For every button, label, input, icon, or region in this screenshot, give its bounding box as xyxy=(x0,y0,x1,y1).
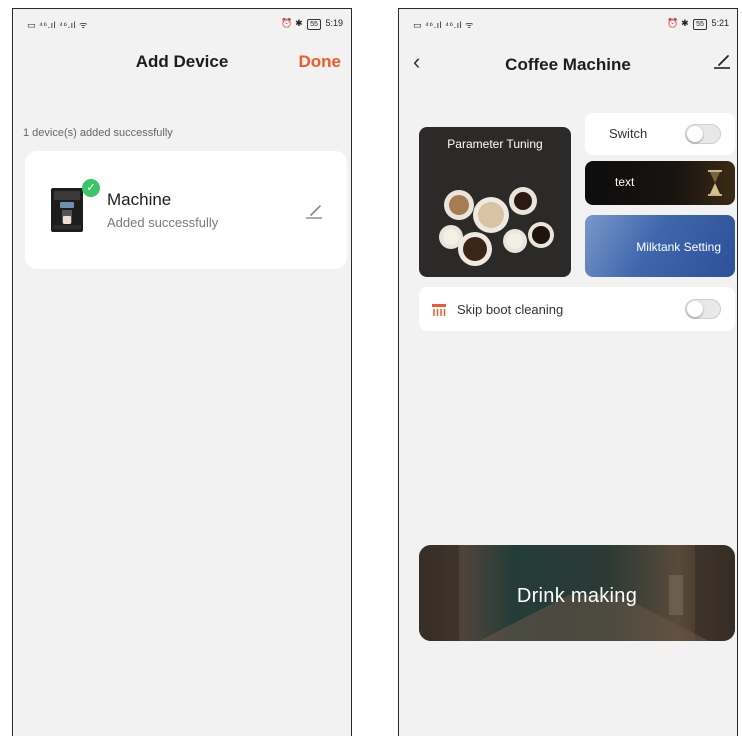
success-summary: 1 device(s) added successfully xyxy=(23,127,173,139)
toggle-knob xyxy=(687,301,703,317)
skip-boot-cleaning-row: Skip boot cleaning xyxy=(419,287,735,331)
edit-pencil-icon[interactable] xyxy=(305,203,323,219)
device-card[interactable]: ✓ Machine Added successfully xyxy=(25,151,347,269)
parameter-tuning-label: Parameter Tuning xyxy=(447,137,543,151)
edit-pencil-icon[interactable] xyxy=(713,53,731,69)
drink-making-label: Drink making xyxy=(516,585,638,607)
parameter-tuning-tile[interactable]: Parameter Tuning xyxy=(419,127,571,277)
add-device-screen: ▭ ⁴⁶.ıl ⁴⁶.ıl ᯤ ⏰ ✱ 55 5:19 Add Device D… xyxy=(12,8,352,736)
coffee-machine-image xyxy=(51,188,83,232)
switch-label: Switch xyxy=(609,126,648,141)
status-bar: ▭ ⁴⁶.ıl ⁴⁶.ıl ᯤ ⏰ ✱ 55 5:19 xyxy=(13,9,351,35)
status-time: 5:21 xyxy=(711,18,729,28)
milktank-setting-tile[interactable]: Milktank Setting xyxy=(585,215,735,277)
switch-tile: Switch xyxy=(585,113,735,155)
device-status: Added successfully xyxy=(107,215,219,230)
status-right: ⏰ ✱ 55 5:21 xyxy=(667,18,729,30)
text-tile-label: text xyxy=(615,175,635,189)
skip-boot-cleaning-label: Skip boot cleaning xyxy=(457,302,564,317)
alarm-bluetooth-icon: ⏰ ✱ xyxy=(667,18,689,28)
status-time: 5:19 xyxy=(325,18,343,28)
done-button[interactable]: Done xyxy=(299,52,342,72)
toggle-knob xyxy=(687,126,703,142)
text-tile[interactable]: text xyxy=(585,161,735,205)
page-title: Coffee Machine xyxy=(505,55,631,74)
milktank-setting-label: Milktank Setting xyxy=(636,240,721,254)
device-name: Machine xyxy=(107,190,172,209)
status-signal-icons: ▭ ⁴⁶.ıl ⁴⁶.ıl ᯤ xyxy=(413,20,474,30)
status-right: ⏰ ✱ 55 5:19 xyxy=(281,18,343,30)
hourglass-icon xyxy=(708,170,722,196)
switch-toggle[interactable] xyxy=(685,124,721,144)
drink-making-tile[interactable]: Drink making xyxy=(419,545,735,641)
battery-icon: 55 xyxy=(693,19,707,30)
check-icon: ✓ xyxy=(82,179,100,197)
skip-cleaning-icon xyxy=(432,304,446,316)
coffee-machine-screen: ▭ ⁴⁶.ıl ⁴⁶.ıl ᯤ ⏰ ✱ 55 5:21 ‹ Coffee Mac… xyxy=(398,8,738,736)
alarm-bluetooth-icon: ⏰ ✱ xyxy=(281,18,303,28)
status-signal-icons: ▭ ⁴⁶.ıl ⁴⁶.ıl ᯤ xyxy=(27,20,88,30)
status-bar: ▭ ⁴⁶.ıl ⁴⁶.ıl ᯤ ⏰ ✱ 55 5:21 xyxy=(399,9,737,35)
battery-icon: 55 xyxy=(307,19,321,30)
skip-boot-cleaning-toggle[interactable] xyxy=(685,299,721,319)
